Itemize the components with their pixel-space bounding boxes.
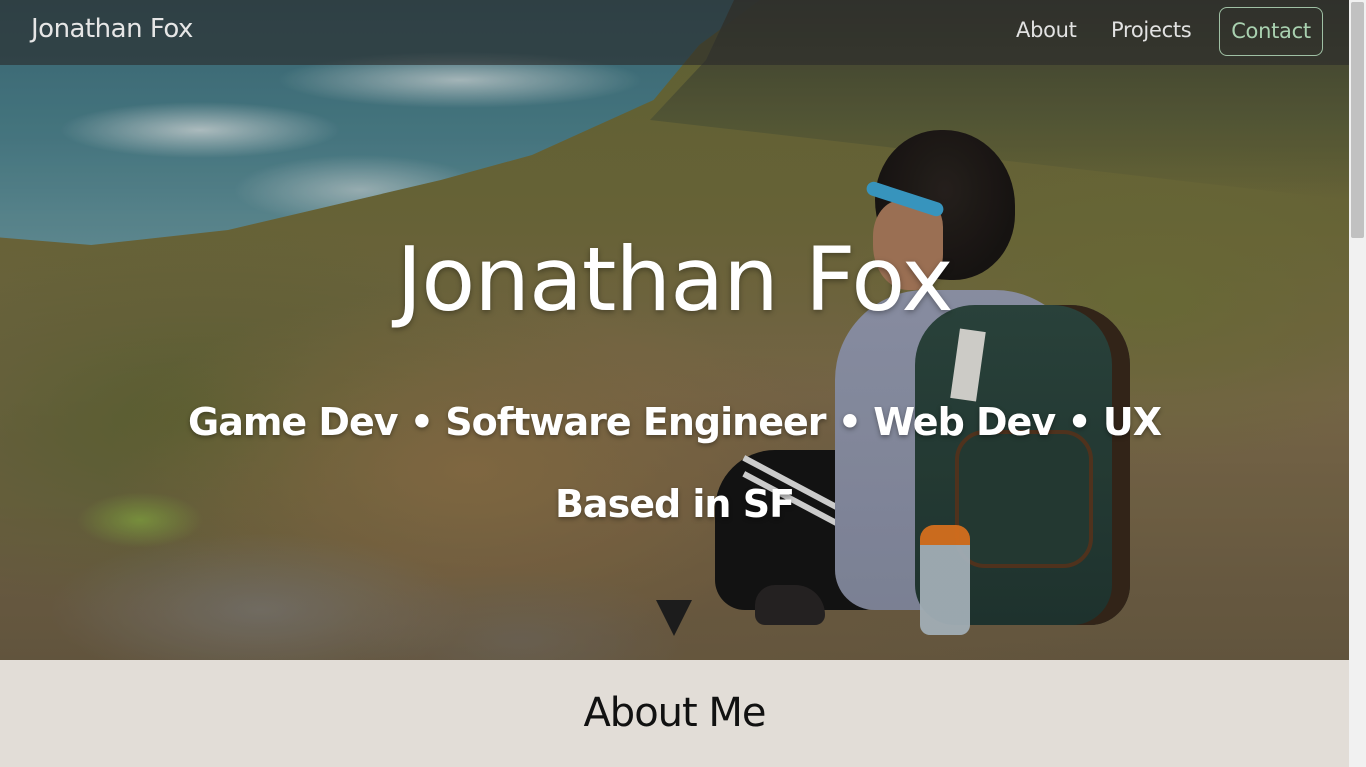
navbar: Jonathan Fox About Projects Contact [0, 0, 1349, 65]
hero-title: Jonathan Fox [396, 228, 953, 331]
about-heading: About Me [583, 690, 766, 736]
triangle-down-icon[interactable] [656, 600, 692, 636]
brand-link[interactable]: Jonathan Fox [31, 14, 193, 44]
hero-subtitle: Game Dev • Software Engineer • Web Dev •… [188, 400, 1162, 444]
contact-button[interactable]: Contact [1219, 7, 1323, 56]
nav-link-about[interactable]: About [1016, 18, 1077, 42]
about-section: About Me [0, 660, 1349, 767]
nav-link-projects[interactable]: Projects [1111, 18, 1192, 42]
scrollbar[interactable] [1349, 0, 1366, 767]
page: Jonathan Fox Game Dev • Software Enginee… [0, 0, 1366, 767]
hero-location: Based in SF [554, 482, 795, 526]
hero-section: Jonathan Fox Game Dev • Software Enginee… [0, 0, 1349, 660]
scrollbar-thumb[interactable] [1351, 2, 1364, 238]
